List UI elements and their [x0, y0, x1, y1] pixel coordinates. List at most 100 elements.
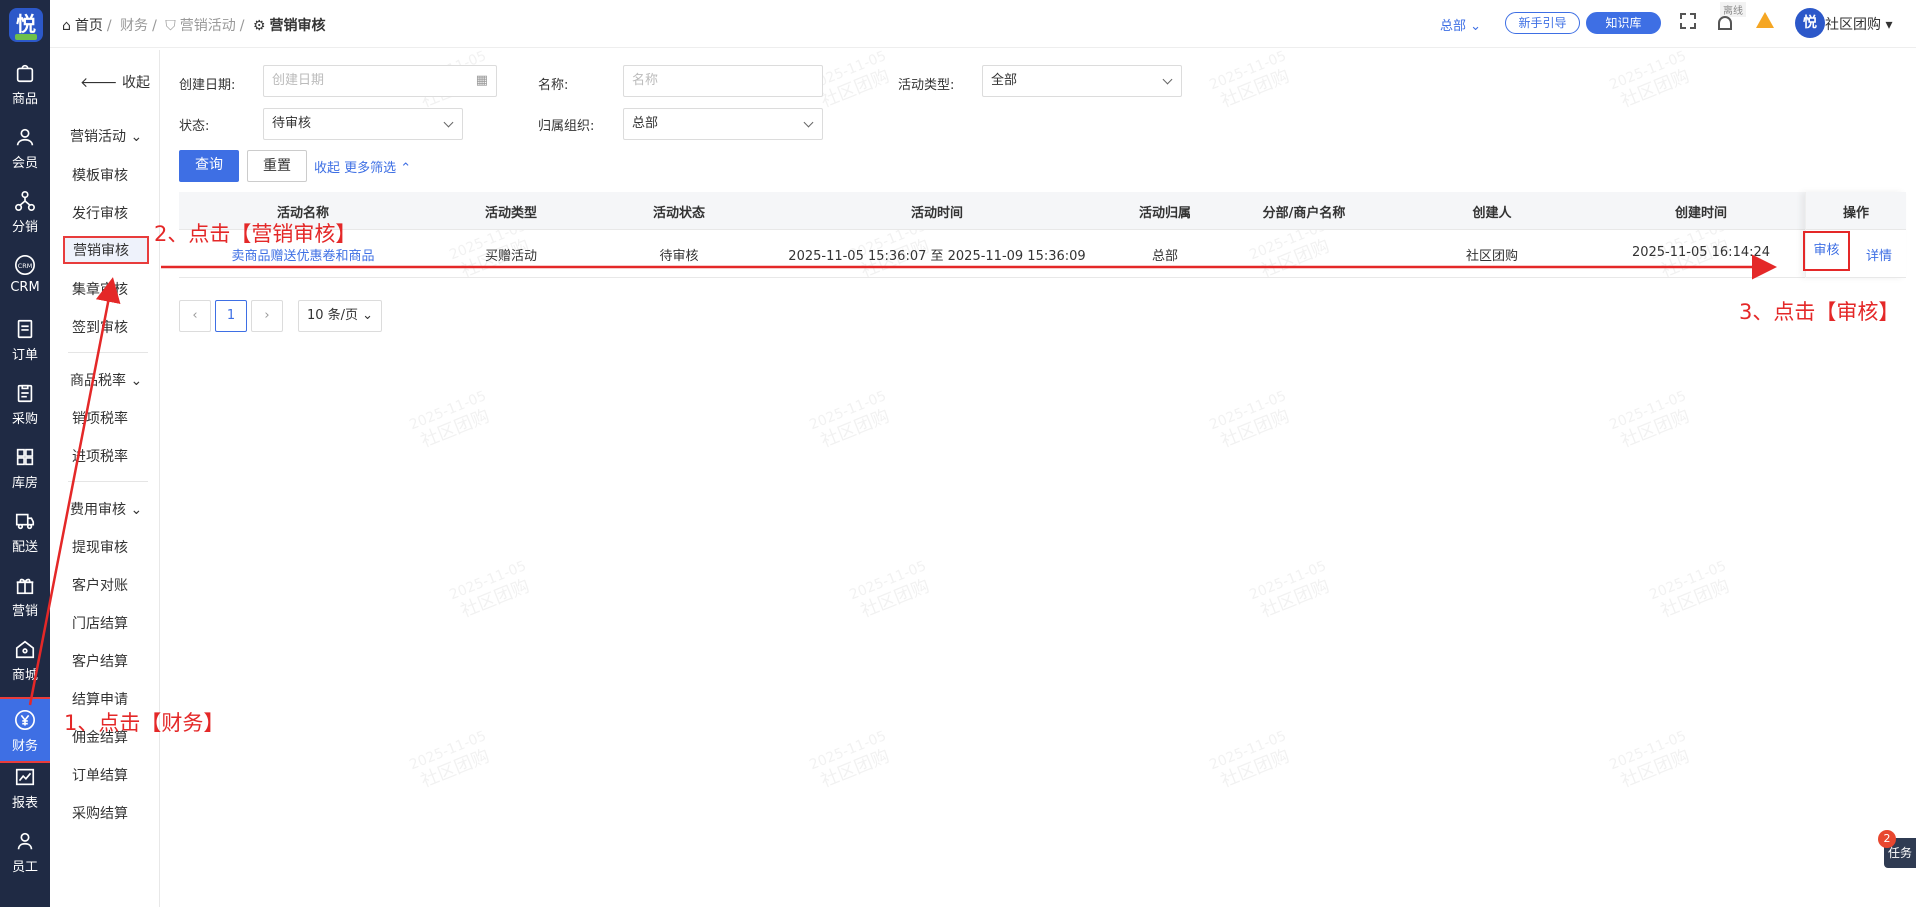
menu-item-withdraw-audit[interactable]: 提现审核	[72, 537, 128, 557]
breadcrumb-marketing-activity[interactable]: 营销活动	[180, 18, 236, 34]
svg-text:CRM: CRM	[18, 262, 32, 270]
next-page-button[interactable]: ›	[251, 300, 283, 332]
menu-item-customer-settlement[interactable]: 客户结算	[72, 651, 128, 671]
watermark: 2025-11-05社区团购	[847, 558, 933, 623]
created-date-label: 创建日期:	[179, 78, 236, 93]
audit-button[interactable]: 审核	[1803, 231, 1850, 271]
toggle-more-filters[interactable]: 收起 更多筛选 ⌃	[314, 157, 411, 176]
app-logo: 悦	[9, 8, 43, 42]
avatar[interactable]: 悦	[1795, 8, 1825, 38]
chevron-down-icon: ⌄	[130, 373, 143, 389]
caret-down-icon: ▾	[1885, 17, 1893, 33]
chevron-down-icon	[803, 117, 814, 128]
activity-time-cell: 2025-11-05 15:36:07 至 2025-11-09 15:36:0…	[788, 249, 1086, 264]
page-number[interactable]: 1	[215, 300, 247, 332]
status-select[interactable]: 待审核	[263, 108, 463, 140]
watermark: 2025-11-05社区团购	[1247, 558, 1333, 623]
org-switcher[interactable]: 总部 ⌄	[1440, 15, 1481, 34]
rail-item-distribution[interactable]: 分销	[0, 180, 50, 242]
finance-submenu: 🡐 收起 营销活动 ⌄ 模板审核 发行审核 营销审核 集章审核 签到审核 商品税…	[50, 50, 160, 907]
menu-item-output-tax[interactable]: 销项税率	[72, 408, 128, 428]
prev-page-button[interactable]: ‹	[179, 300, 211, 332]
arrow-left-icon: 🡐	[80, 75, 118, 91]
breadcrumb-finance[interactable]: 财务	[120, 18, 148, 34]
warning-icon[interactable]	[1756, 12, 1774, 28]
query-button[interactable]: 查询	[179, 150, 239, 182]
menu-item-customer-reconcile[interactable]: 客户对账	[72, 575, 128, 595]
created-time-cell: 2025-11-05 16:14:24	[1631, 245, 1771, 260]
watermark: 2025-11-05社区团购	[807, 728, 893, 793]
reset-button[interactable]: 重置	[247, 150, 307, 182]
menu-item-marketing-audit[interactable]: 营销审核	[63, 236, 149, 264]
rail-item-crm[interactable]: CRM CRM	[0, 244, 50, 306]
menu-item-issue-audit[interactable]: 发行审核	[72, 203, 128, 223]
menu-item-order-settlement[interactable]: 订单结算	[72, 765, 128, 785]
status-label: 状态:	[179, 119, 210, 134]
col-activity-time: 活动时间	[910, 206, 964, 221]
collapse-menu-button[interactable]: 🡐 收起	[80, 72, 150, 92]
menu-item-settlement-request[interactable]: 结算申请	[72, 689, 128, 709]
chevron-down-icon: ⌄	[362, 308, 374, 323]
col-activity-type: 活动类型	[484, 206, 538, 221]
menu-item-checkin-audit[interactable]: 签到审核	[72, 317, 128, 337]
detail-link[interactable]: 详情	[1866, 245, 1892, 264]
bell-icon[interactable]	[1718, 16, 1732, 30]
breadcrumb-home[interactable]: 首页	[75, 18, 103, 34]
group-expense-audit[interactable]: 费用审核 ⌄	[70, 499, 142, 519]
watermark: 2025-11-05社区团购	[807, 388, 893, 453]
menu-item-purchase-settlement[interactable]: 采购结算	[72, 803, 128, 823]
network-icon	[15, 191, 35, 211]
home-icon: ⌂	[62, 18, 71, 34]
name-label: 名称:	[538, 78, 569, 93]
fullscreen-icon[interactable]	[1680, 13, 1696, 29]
rail-item-marketing[interactable]: 营销	[0, 564, 50, 626]
annotation-step2: 2、点击【营销审核】	[154, 222, 357, 246]
home-icon	[15, 640, 35, 659]
chevron-left-icon: ‹	[192, 308, 198, 323]
divider	[68, 352, 148, 353]
menu-item-stamp-audit[interactable]: 集章审核	[72, 279, 128, 299]
rail-item-reports[interactable]: 报表	[0, 756, 50, 818]
shield-icon: ⛉	[165, 18, 176, 34]
table-row: 卖商品赠送优惠卷和商品 买赠活动 待审核 2025-11-05 15:36:07…	[179, 230, 1906, 278]
rail-item-delivery[interactable]: 配送	[0, 500, 50, 562]
rail-item-finance[interactable]: 财务	[0, 697, 52, 763]
user-menu[interactable]: 社区团购 ▾	[1825, 14, 1892, 34]
rail-item-purchase[interactable]: 采购	[0, 372, 50, 434]
annotation-step3: 3、点击【审核】	[1739, 300, 1900, 324]
user-icon	[16, 128, 34, 146]
bag-icon	[16, 64, 34, 83]
chevron-down-icon	[443, 117, 454, 128]
rail-item-warehouse[interactable]: 库房	[0, 436, 50, 498]
watermark: 2025-11-05社区团购	[1607, 388, 1693, 453]
chevron-right-icon: ›	[264, 308, 270, 323]
group-tax-rate[interactable]: 商品税率 ⌄	[70, 370, 142, 390]
group-marketing-activity[interactable]: 营销活动 ⌄	[70, 126, 142, 146]
annotation-step1: 1、点击【财务】	[64, 711, 225, 735]
col-branch-name: 分部/商户名称	[1262, 206, 1346, 221]
menu-item-template-audit[interactable]: 模板审核	[72, 165, 128, 185]
gear-icon: ⚙	[252, 18, 266, 34]
knowledge-base-button[interactable]: 知识库	[1586, 12, 1661, 34]
guide-button[interactable]: 新手引导	[1505, 12, 1580, 34]
activity-type-select[interactable]: 全部	[982, 65, 1182, 97]
rail-item-orders[interactable]: 订单	[0, 308, 50, 370]
org-label: 归属组织:	[538, 119, 595, 134]
org-select[interactable]: 总部	[623, 108, 823, 140]
rail-item-staff[interactable]: 员工	[0, 820, 50, 882]
rail-item-mall[interactable]: 商城	[0, 628, 50, 690]
task-widget[interactable]: 2 任务	[1878, 830, 1916, 868]
watermark: 2025-11-05社区团购	[1207, 50, 1293, 113]
left-rail: 悦 商品 会员 分销 CRM CRM 订单 采购 库房 配送 营销 商城 财务 报…	[0, 0, 52, 907]
menu-item-store-settlement[interactable]: 门店结算	[72, 613, 128, 633]
top-header: ⌂ 首页 / 财务 / ⛉ 营销活动 / ⚙ 营销审核 总部 ⌄ 新手引导 知识库 离线 悦…	[50, 0, 1916, 48]
page-size-select[interactable]: 10 条/页 ⌄	[298, 300, 382, 332]
menu-item-input-tax[interactable]: 进项税率	[72, 446, 128, 466]
rail-item-products[interactable]: 商品	[0, 52, 50, 114]
grid-icon	[16, 448, 34, 466]
crm-icon: CRM	[15, 255, 35, 275]
created-date-input[interactable]: 创建日期 ▦	[263, 65, 497, 97]
col-created-time: 创建时间	[1674, 206, 1728, 221]
rail-item-members[interactable]: 会员	[0, 116, 50, 178]
name-input[interactable]: 名称	[623, 65, 823, 97]
